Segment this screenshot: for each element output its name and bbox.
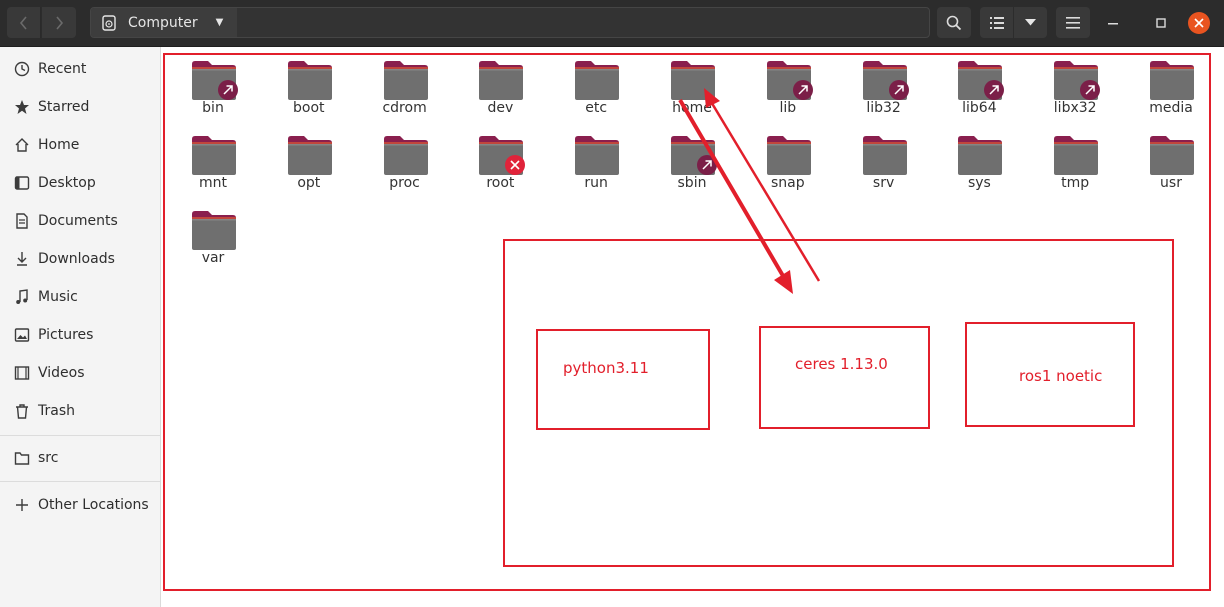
drive-icon	[102, 14, 116, 31]
sidebar-item-label: Desktop	[38, 175, 96, 191]
picture-icon	[13, 326, 31, 344]
sidebar-item-trash[interactable]: Trash	[0, 394, 160, 428]
back-button[interactable]	[7, 7, 41, 38]
sidebar-item-label: Videos	[38, 365, 85, 381]
minimize-icon	[1108, 23, 1118, 25]
path-bar[interactable]: Computer ▼	[90, 7, 930, 38]
star-icon	[13, 98, 31, 116]
close-button[interactable]	[1188, 12, 1210, 34]
sidebar-item-home[interactable]: Home	[0, 128, 160, 162]
annotation-label-ceres: ceres 1.13.0	[795, 355, 888, 373]
sidebar-item-label: Downloads	[38, 251, 115, 267]
main-menu-button[interactable]	[1056, 7, 1090, 38]
sidebar-item-other-locations[interactable]: Other Locations	[0, 488, 160, 522]
location-label: Computer	[128, 14, 198, 31]
hamburger-menu-icon	[1066, 16, 1080, 29]
chevron-down-icon[interactable]: ▼	[216, 17, 224, 28]
maximize-button[interactable]	[1151, 13, 1171, 33]
sidebar-item-downloads[interactable]: Downloads	[0, 242, 160, 276]
sidebar-item-documents[interactable]: Documents	[0, 204, 160, 238]
sidebar-item-videos[interactable]: Videos	[0, 356, 160, 390]
maximize-icon	[1156, 18, 1166, 28]
search-icon	[946, 15, 962, 30]
sidebar-item-label: src	[38, 450, 59, 466]
sidebar-item-label: Pictures	[38, 327, 94, 343]
sidebar-item-desktop[interactable]: Desktop	[0, 166, 160, 200]
music-icon	[13, 288, 31, 306]
list-view-icon	[989, 16, 1004, 29]
video-icon	[13, 364, 31, 382]
sidebar-item-label: Documents	[38, 213, 118, 229]
plus-icon	[13, 496, 31, 514]
sidebar-item-label: Starred	[38, 99, 90, 115]
sidebar-item-src[interactable]: src	[0, 441, 160, 475]
chevron-right-icon	[56, 15, 64, 30]
clock-icon	[13, 60, 31, 78]
home-icon	[13, 136, 31, 154]
search-button[interactable]	[937, 7, 971, 38]
view-list-button[interactable]	[980, 7, 1013, 38]
folder-icon	[13, 449, 31, 467]
sidebar-item-music[interactable]: Music	[0, 280, 160, 314]
document-icon	[13, 212, 31, 230]
sidebar-item-label: Other Locations	[38, 497, 149, 513]
path-location-button[interactable]: Computer ▼	[91, 8, 237, 37]
sidebar-item-label: Trash	[38, 403, 75, 419]
chevron-down-icon	[1025, 19, 1036, 26]
sidebar-separator	[0, 435, 160, 436]
download-icon	[13, 250, 31, 268]
sidebar-item-label: Recent	[38, 61, 87, 77]
desktop-icon	[13, 174, 31, 192]
sidebar-item-pictures[interactable]: Pictures	[0, 318, 160, 352]
view-options-button[interactable]	[1014, 7, 1047, 38]
annotation-label-ros: ros1 noetic	[1019, 367, 1103, 385]
header-bar: Computer ▼	[0, 0, 1224, 47]
sidebar-item-label: Music	[38, 289, 78, 305]
close-icon	[1194, 18, 1204, 28]
chevron-left-icon	[19, 15, 27, 30]
sidebar-item-starred[interactable]: Starred	[0, 90, 160, 124]
annotation-label-python: python3.11	[563, 359, 649, 377]
minimize-button[interactable]	[1103, 13, 1123, 33]
annotation-box-ceres	[759, 326, 930, 429]
sidebar-item-recent[interactable]: Recent	[0, 52, 160, 86]
sidebar: Recent Starred Home Desktop Documents Do…	[0, 47, 161, 607]
forward-button[interactable]	[42, 7, 76, 38]
sidebar-separator	[0, 481, 160, 482]
annotation-box-python	[536, 329, 710, 430]
sidebar-item-label: Home	[38, 137, 80, 153]
trash-icon	[13, 402, 31, 420]
